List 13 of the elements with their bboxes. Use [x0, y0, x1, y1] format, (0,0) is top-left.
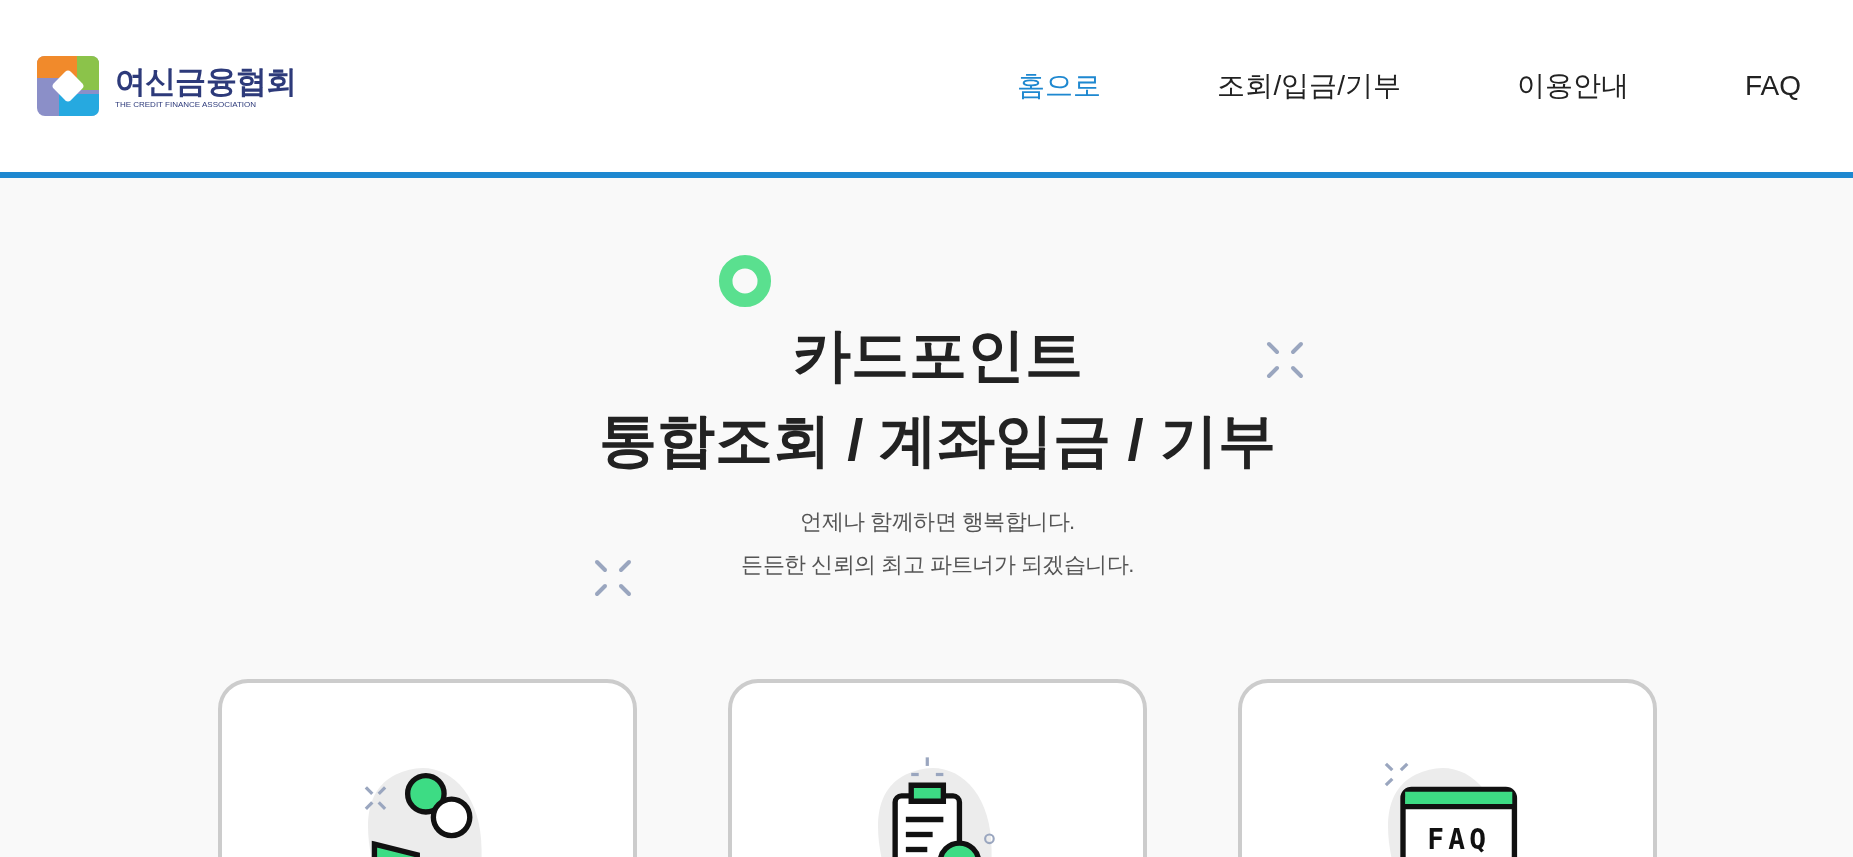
logo-subtitle: THE CREDIT FINANCE ASSOCIATION	[115, 101, 258, 110]
logo-icon	[37, 56, 99, 116]
sparkle-icon	[592, 558, 633, 598]
nav-tab[interactable]: 이용안내	[1517, 0, 1629, 178]
hero-subtitle: 언제나 함께하면 행복합니다. 든든한 신뢰의 최고 파트너가 되겠습니다.	[741, 508, 1134, 579]
logo-title: 여신금융협회	[115, 62, 297, 101]
nav-tab[interactable]: 홈으로	[1017, 0, 1102, 178]
sparkle-icon	[1264, 340, 1305, 380]
ring-decoration-icon	[717, 254, 772, 308]
hero-title: 카드포인트 통합조회 / 계좌입금 / 기부	[599, 321, 1276, 474]
menu-card[interactable]: FAQ	[1238, 679, 1657, 857]
nav-tab[interactable]: 조회/입금/기부	[1217, 0, 1401, 178]
nav-tab[interactable]: FAQ	[1745, 0, 1801, 178]
